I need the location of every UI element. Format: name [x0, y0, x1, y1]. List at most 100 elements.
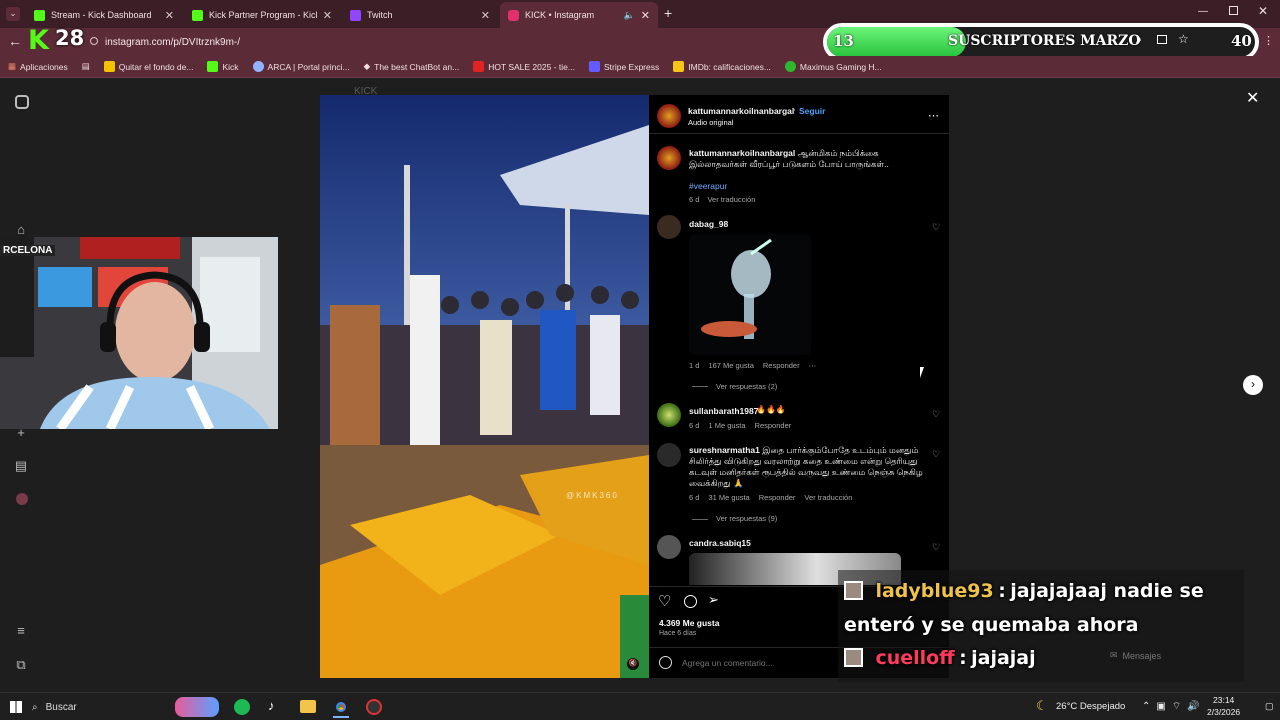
caption-author[interactable]: kattumannarkoilnanbargal — [689, 148, 795, 158]
bookmark-imdb[interactable]: IMDb: calificaciones... — [673, 61, 771, 72]
post-options-icon[interactable]: ⋯ — [928, 109, 939, 122]
minimize-icon[interactable]: — — [1198, 6, 1208, 17]
home-icon[interactable]: ⌂ — [13, 222, 29, 238]
close-icon[interactable]: ✕ — [641, 9, 650, 22]
bookmark-chatbot[interactable]: ◆ The best ChatBot an... — [364, 61, 460, 72]
tray-icons[interactable]: ⌃▣⌔🔊 — [1142, 700, 1206, 713]
profile-avatar-icon[interactable] — [16, 493, 28, 505]
install-app-icon[interactable] — [1157, 35, 1167, 44]
post-author[interactable]: kattumannarkoilnanbargal — [688, 106, 794, 116]
share-icon[interactable]: ➢ — [708, 592, 719, 608]
comment-meta: 1 d 167 Me gusta Responder ⋯ — [689, 361, 816, 370]
like-heart-icon[interactable]: ♡ — [658, 592, 671, 610]
webcam-banner-text: RCELONA — [0, 245, 56, 256]
file-explorer-icon[interactable] — [300, 700, 316, 713]
stripe-icon — [588, 61, 600, 72]
bookmark-stripe[interactable]: Stripe Express — [588, 61, 659, 72]
modal-close-icon[interactable]: ✕ — [1246, 88, 1259, 108]
bookmark-maximus[interactable]: Maximus Gaming H... — [784, 61, 882, 72]
notifications-icon[interactable]: ▢ — [1265, 701, 1274, 712]
tab-label: Twitch — [367, 10, 393, 20]
comment-user[interactable]: dabag_98 — [689, 219, 728, 229]
audio-label[interactable]: Audio original — [688, 118, 733, 127]
address-bar[interactable]: instagram.com/p/DVItrznk9m-/ — [105, 32, 625, 52]
emoji-icon[interactable] — [659, 656, 672, 669]
comment-like-icon[interactable]: ♡ — [932, 409, 940, 420]
kick-favicon-icon — [192, 9, 203, 21]
close-icon[interactable]: ✕ — [481, 9, 490, 22]
comment-avatar[interactable] — [657, 403, 681, 427]
back-arrow-icon[interactable]: ← — [8, 33, 22, 49]
chat-message: ladyblue93 : jajajajaaj nadie se enteró … — [844, 574, 1238, 642]
bookmark-star-icon[interactable]: ☆ — [1178, 32, 1189, 46]
zoom-icon[interactable]: ⌕ — [1136, 34, 1142, 47]
reply-button[interactable]: Responder — [759, 493, 796, 502]
comment-avatar[interactable] — [657, 535, 681, 559]
menu-kebab-icon[interactable]: ⋮ — [1263, 34, 1274, 47]
add-comment-input[interactable] — [682, 656, 832, 670]
windows-start-icon[interactable] — [10, 701, 22, 713]
post-video[interactable]: @KMK360 🔇 — [320, 95, 649, 678]
comment-user[interactable]: sureshnarmatha1 — [689, 445, 760, 455]
close-icon[interactable]: ✕ — [165, 9, 174, 22]
tab-instagram[interactable]: KICK • Instagram 🔈 ✕ — [500, 2, 658, 28]
obs-icon[interactable] — [366, 699, 382, 715]
comment-avatar[interactable] — [657, 443, 681, 467]
messages-button[interactable]: ✉ Mensajes — [1110, 650, 1161, 661]
close-icon[interactable]: ✕ — [323, 9, 332, 22]
new-tab-button[interactable]: + — [664, 5, 672, 21]
comment-options-icon[interactable]: ⋯ — [809, 361, 817, 370]
bookmark-arca[interactable]: ARCA | Portal princi... — [252, 61, 350, 72]
tab-kick-partner[interactable]: Kick Partner Program - Kick Da ✕ — [184, 2, 340, 28]
window-close-icon[interactable]: ✕ — [1258, 4, 1268, 18]
tab-search-button[interactable]: ⌄ — [6, 7, 20, 21]
comment-gif[interactable] — [689, 234, 811, 355]
comment-likes[interactable]: 167 Me gusta — [708, 361, 753, 370]
clock-date[interactable]: 2/3/2026 — [1207, 707, 1240, 717]
reply-button[interactable]: Responder — [755, 421, 792, 430]
comment-avatar[interactable] — [657, 215, 681, 239]
speaker-icon[interactable]: 🔈 — [624, 10, 635, 21]
comment-bubble-icon[interactable] — [684, 595, 697, 608]
likes-count[interactable]: 4.369 Me gusta — [659, 618, 719, 628]
view-replies-button[interactable]: Ver respuestas (2) — [716, 382, 777, 391]
see-translation-link[interactable]: Ver traducción — [804, 493, 852, 502]
chat-username: cuelloff — [875, 647, 955, 669]
comment-like-icon[interactable]: ♡ — [932, 449, 940, 460]
caption-avatar[interactable] — [657, 146, 681, 170]
stats-icon[interactable]: ▤ — [13, 458, 29, 474]
comment-like-icon[interactable]: ♡ — [932, 542, 940, 553]
next-post-button[interactable]: › — [1243, 375, 1263, 395]
tab-kick-dashboard[interactable]: Stream - Kick Dashboard ✕ — [26, 2, 182, 28]
chrome-icon[interactable] — [333, 699, 349, 715]
site-info-icon[interactable] — [90, 37, 98, 45]
comment-likes[interactable]: 1 Me gusta — [708, 421, 745, 430]
bookmark-kick[interactable]: Kick — [207, 61, 239, 72]
tiktok-icon[interactable]: ♪ — [268, 698, 275, 713]
spotify-icon[interactable] — [234, 699, 250, 715]
comment-user[interactable]: sullanbarath1987 — [689, 406, 758, 416]
weather-text[interactable]: 26°C Despejado — [1056, 701, 1125, 712]
tab-twitch[interactable]: Twitch ✕ — [342, 2, 498, 28]
view-replies-button[interactable]: Ver respuestas (9) — [716, 514, 777, 523]
comment-like-icon[interactable]: ♡ — [932, 222, 940, 233]
clock-time[interactable]: 23:14 — [1213, 695, 1234, 705]
follow-button[interactable]: Seguir — [799, 106, 825, 116]
bookmark-hotsale[interactable]: HOT SALE 2025 - tie... — [473, 61, 575, 72]
bookmark-tabs-icon[interactable]: ▤ — [82, 61, 90, 72]
reply-button[interactable]: Responder — [763, 361, 800, 370]
comment-likes[interactable]: 31 Me gusta — [708, 493, 749, 502]
author-avatar[interactable] — [657, 104, 681, 128]
restore-icon[interactable] — [1229, 6, 1238, 15]
bookmark-apps[interactable]: ▦ Aplicaciones — [8, 61, 68, 72]
instagram-icon[interactable] — [15, 95, 29, 109]
bookmark-remove-bg[interactable]: Quitar el fondo de... — [103, 61, 193, 72]
menu-icon[interactable]: ≡ — [13, 623, 29, 639]
hashtag-link[interactable]: #veerapur — [689, 181, 727, 191]
more-apps-icon[interactable]: ⧉ — [13, 657, 29, 673]
video-frame — [320, 95, 649, 678]
comment-user[interactable]: candra.sabiq15 — [689, 538, 751, 548]
see-translation-link[interactable]: Ver traducción — [707, 195, 755, 204]
viewer-count: 28 — [55, 26, 85, 50]
mute-icon[interactable]: 🔇 — [627, 658, 639, 670]
